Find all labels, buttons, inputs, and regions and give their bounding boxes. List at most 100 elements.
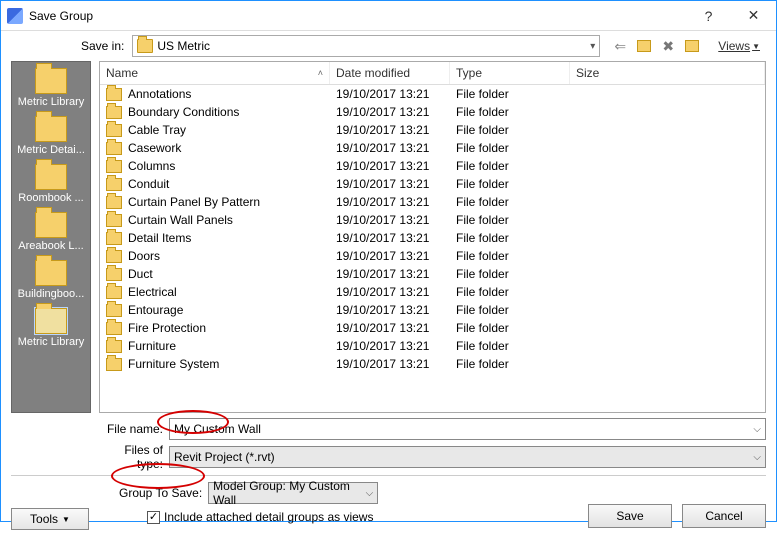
places-item[interactable]: Metric Library <box>14 66 88 110</box>
file-rows[interactable]: Annotations19/10/2017 13:21File folderBo… <box>100 85 765 412</box>
folder-icon <box>137 39 153 53</box>
row-name: Conduit <box>128 177 169 191</box>
row-type: File folder <box>456 231 509 245</box>
row-date: 19/10/2017 13:21 <box>336 267 429 281</box>
row-name: Furniture System <box>128 357 219 371</box>
savein-dropdown[interactable]: US Metric ▾ <box>132 35 600 57</box>
table-row[interactable]: Columns19/10/2017 13:21File folder <box>100 157 765 175</box>
row-name: Duct <box>128 267 153 281</box>
row-date: 19/10/2017 13:21 <box>336 159 429 173</box>
places-item[interactable]: Metric Library <box>14 306 88 350</box>
col-name[interactable]: Name˄ <box>100 62 330 84</box>
table-row[interactable]: Casework19/10/2017 13:21File folder <box>100 139 765 157</box>
table-row[interactable]: Furniture System19/10/2017 13:21File fol… <box>100 355 765 373</box>
row-date: 19/10/2017 13:21 <box>336 87 429 101</box>
row-type: File folder <box>456 267 509 281</box>
save-button[interactable]: Save <box>588 504 672 528</box>
row-type: File folder <box>456 141 509 155</box>
row-type: File folder <box>456 303 509 317</box>
row-name: Furniture <box>128 339 176 353</box>
col-date[interactable]: Date modified <box>330 62 450 84</box>
row-date: 19/10/2017 13:21 <box>336 321 429 335</box>
places-item-label: Metric Library <box>14 336 88 348</box>
chevron-down-icon: ▾ <box>590 41 595 52</box>
places-item[interactable]: Buildingboo... <box>14 258 88 302</box>
table-row[interactable]: Boundary Conditions 19/10/2017 13:21 File … <box>100 103 765 121</box>
column-headers: Name˄ Date modified Type Size <box>100 62 765 85</box>
views-label: Views <box>718 39 750 53</box>
views-menu[interactable]: Views ▼ <box>718 39 760 53</box>
table-row[interactable]: Entourage19/10/2017 13:21File folder <box>100 301 765 319</box>
separator <box>11 475 766 476</box>
places-bar: Metric Library Metric Detai... Roombook ..… <box>11 61 91 413</box>
table-row[interactable]: Electrical19/10/2017 13:21File folder <box>100 283 765 301</box>
row-type: File folder <box>456 249 509 263</box>
folder-icon <box>35 308 67 334</box>
table-row[interactable]: Cable Tray19/10/2017 13:21File folder <box>100 121 765 139</box>
row-type: File folder <box>456 123 509 137</box>
title-bar: Save Group ? ✕ <box>1 1 776 31</box>
row-type: File folder <box>456 105 509 119</box>
table-row[interactable]: Duct 19/10/2017 13:21 File folder <box>100 265 765 283</box>
filetype-dropdown[interactable]: Revit Project (*.rvt) ⌵ <box>169 446 766 468</box>
row-type: File folder <box>456 177 509 191</box>
row-date: 19/10/2017 13:21 <box>336 105 429 119</box>
chevron-down-icon: ⌵ <box>753 452 761 463</box>
col-type[interactable]: Type <box>450 62 570 84</box>
filename-input[interactable]: My Custom Wall ⌵ <box>169 418 766 440</box>
row-type: File folder <box>456 321 509 335</box>
row-date: 19/10/2017 13:21 <box>336 357 429 371</box>
row-date: 19/10/2017 13:21 <box>336 123 429 137</box>
sort-asc-icon: ˄ <box>318 68 323 78</box>
places-item[interactable]: Roombook ... <box>14 162 88 206</box>
group-to-save-dropdown[interactable]: Model Group: My Custom Wall ⌵ <box>208 482 378 504</box>
tools-label: Tools <box>30 512 58 526</box>
file-list: Name˄ Date modified Type Size Annotation… <box>99 61 766 413</box>
table-row[interactable]: Furniture19/10/2017 13:21File folder <box>100 337 765 355</box>
row-name: Curtain Wall Panels <box>128 213 233 227</box>
row-type: File folder <box>456 213 509 227</box>
new-folder-button[interactable] <box>682 36 702 56</box>
up-folder-button[interactable] <box>634 36 654 56</box>
places-item-label: Roombook ... <box>14 192 88 204</box>
back-button[interactable]: ⇐ <box>610 36 630 56</box>
places-item-label: Metric Detai... <box>14 144 88 156</box>
chevron-down-icon: ⌵ <box>753 424 761 435</box>
row-name: Curtain Panel By Pattern <box>128 195 260 209</box>
row-type: File folder <box>456 195 509 209</box>
places-item[interactable]: Areabook L... <box>14 210 88 254</box>
cancel-button[interactable]: Cancel <box>682 504 766 528</box>
folder-icon <box>106 268 122 281</box>
tools-button[interactable]: Tools ▼ <box>11 508 89 530</box>
table-row[interactable]: Detail Items19/10/2017 13:21File folder <box>100 229 765 247</box>
table-row[interactable]: Doors19/10/2017 13:21File folder <box>100 247 765 265</box>
table-row[interactable]: Fire Protection19/10/2017 13:21File fold… <box>100 319 765 337</box>
help-button[interactable]: ? <box>686 1 731 31</box>
delete-button[interactable]: ✖ <box>658 36 678 56</box>
table-row[interactable]: Curtain Panel By Pattern 19/10/2017 13:21… <box>100 193 765 211</box>
row-date: 19/10/2017 13:21 <box>336 285 429 299</box>
app-icon <box>7 8 23 24</box>
row-date: 19/10/2017 13:21 <box>336 249 429 263</box>
table-row[interactable]: Conduit19/10/2017 13:21File folder <box>100 175 765 193</box>
places-item[interactable]: Metric Detai... <box>14 114 88 158</box>
folder-icon <box>35 116 67 142</box>
table-row[interactable]: Curtain Wall Panels19/10/2017 13:21File … <box>100 211 765 229</box>
savein-bar: Save in: US Metric ▾ ⇐ ✖ Views ▼ <box>1 31 776 61</box>
row-name: Casework <box>128 141 181 155</box>
folder-icon <box>106 358 122 371</box>
folder-icon <box>106 124 122 137</box>
close-button[interactable]: ✕ <box>731 1 776 31</box>
row-type: File folder <box>456 87 509 101</box>
savein-label: Save in: <box>81 39 124 53</box>
savein-value: US Metric <box>157 39 210 53</box>
col-size[interactable]: Size <box>570 62 765 84</box>
chevron-down-icon: ▼ <box>62 515 70 524</box>
row-name: Electrical <box>128 285 177 299</box>
row-date: 19/10/2017 13:21 <box>336 195 429 209</box>
row-name: Boundary Conditions <box>128 105 239 119</box>
table-row[interactable]: Annotations19/10/2017 13:21File folder <box>100 85 765 103</box>
folder-icon <box>106 106 122 119</box>
folder-icon <box>106 214 122 227</box>
folder-icon <box>106 88 122 101</box>
